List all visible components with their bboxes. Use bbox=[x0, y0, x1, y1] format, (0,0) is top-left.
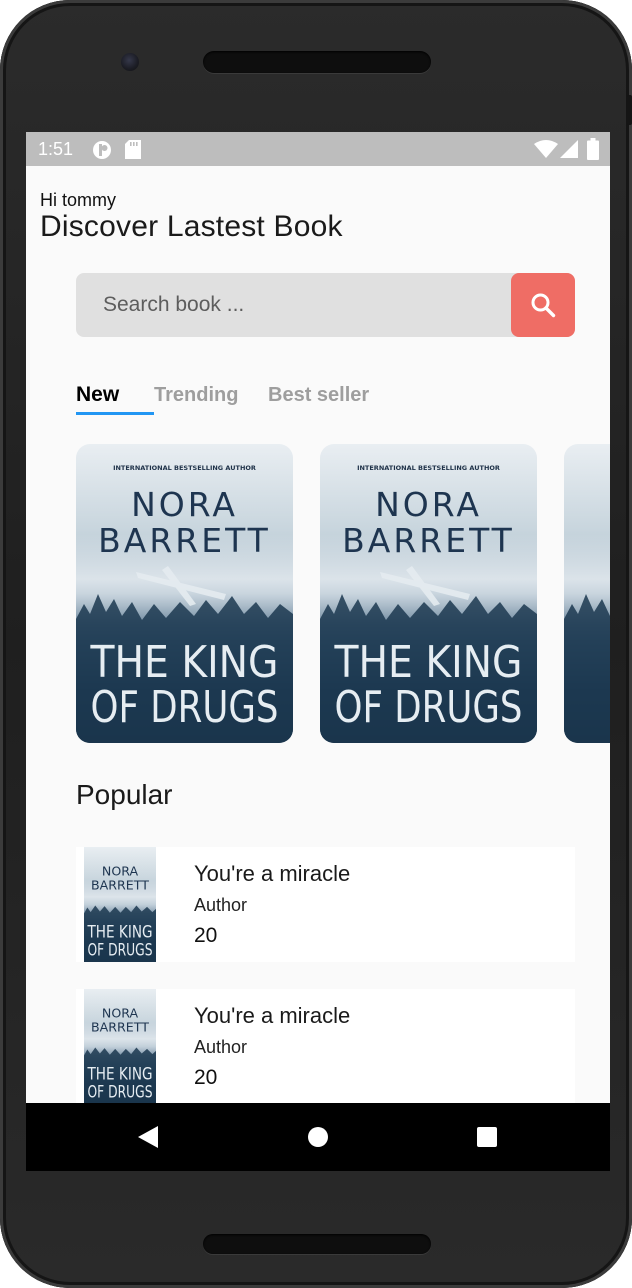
thumb-author-last: BARRETT bbox=[91, 1020, 149, 1035]
bottom-speaker bbox=[203, 1234, 431, 1254]
cover-tagline: INTERNATIONAL BESTSELLING AUTHOR bbox=[357, 464, 500, 472]
book-thumbnail: NORA BARRETT THE KING OF DRUGS bbox=[84, 989, 156, 1104]
cover-author-first: NORA bbox=[375, 485, 482, 524]
cover-title-line2: OF DRUGS bbox=[335, 682, 523, 733]
cover-title-line1: THE KING bbox=[334, 637, 523, 688]
book-cover-card[interactable]: INTERNATIONAL BESTSELLING AUTHOR NORA BA… bbox=[320, 444, 537, 743]
wifi-icon bbox=[534, 140, 558, 163]
thumb-title-line1: THE KING bbox=[87, 922, 153, 942]
tab-new[interactable]: New bbox=[76, 383, 119, 407]
book-price: 20 bbox=[194, 1066, 218, 1089]
front-camera bbox=[121, 53, 139, 71]
greeting-text: Hi tommy bbox=[40, 190, 116, 210]
status-time: 1:51 bbox=[38, 139, 74, 159]
book-price: 20 bbox=[194, 924, 218, 947]
search-input[interactable] bbox=[76, 273, 533, 337]
book-cover-card-partial[interactable] bbox=[564, 444, 610, 743]
page-title: Discover Lastest Book bbox=[40, 210, 343, 243]
back-nav-button[interactable] bbox=[137, 1125, 159, 1154]
sd-card-icon bbox=[125, 140, 141, 164]
thumb-author-last: BARRETT bbox=[91, 878, 149, 893]
thumb-author-first: NORA bbox=[102, 864, 139, 879]
search-button[interactable] bbox=[511, 273, 575, 337]
cover-author-last: BARRETT bbox=[342, 521, 515, 560]
home-nav-button[interactable] bbox=[307, 1126, 329, 1153]
list-item[interactable]: NORA BARRETT THE KING OF DRUGS You're a … bbox=[76, 847, 575, 962]
phone-frame: 1:51 Hi tommy Discover Lastest Book Sear… bbox=[0, 0, 632, 1288]
recents-nav-button[interactable] bbox=[476, 1126, 498, 1153]
tab-trending[interactable]: Trending bbox=[154, 384, 238, 407]
cover-title-line2: OF DRUGS bbox=[91, 682, 279, 733]
app-screen: 1:51 Hi tommy Discover Lastest Book Sear… bbox=[26, 132, 610, 1171]
back-triangle-icon bbox=[138, 1126, 158, 1148]
search-icon bbox=[531, 293, 556, 318]
cover-author-first: NORA bbox=[131, 485, 238, 524]
recents-square-icon bbox=[477, 1127, 497, 1147]
thumb-title-line2: OF DRUGS bbox=[87, 1082, 152, 1102]
book-author: Author bbox=[194, 895, 248, 915]
tab-best-seller[interactable]: Best seller bbox=[268, 384, 369, 407]
side-button bbox=[627, 95, 632, 125]
cover-tagline: INTERNATIONAL BESTSELLING AUTHOR bbox=[113, 464, 256, 472]
notification-app-icon bbox=[92, 140, 112, 165]
system-nav-bar bbox=[26, 1103, 610, 1171]
thumb-title-line1: THE KING bbox=[87, 1064, 153, 1084]
battery-icon bbox=[587, 138, 599, 165]
book-author: Author bbox=[194, 1037, 248, 1057]
home-circle-icon bbox=[308, 1127, 328, 1147]
book-title: You're a miracle bbox=[194, 861, 351, 886]
cell-signal-icon bbox=[560, 140, 578, 163]
search-bar bbox=[76, 273, 575, 337]
popular-section-title: Popular bbox=[76, 779, 173, 810]
active-tab-indicator bbox=[76, 412, 154, 415]
cover-author-last: BARRETT bbox=[98, 521, 271, 560]
book-thumbnail: NORA BARRETT THE KING OF DRUGS bbox=[84, 847, 156, 962]
list-item[interactable]: NORA BARRETT THE KING OF DRUGS You're a … bbox=[76, 989, 575, 1104]
book-cover-card[interactable]: INTERNATIONAL BESTSELLING AUTHOR NORA BA… bbox=[76, 444, 293, 743]
thumb-author-first: NORA bbox=[102, 1006, 139, 1021]
thumb-title-line2: OF DRUGS bbox=[87, 940, 152, 960]
book-title: You're a miracle bbox=[194, 1003, 351, 1028]
earpiece-speaker bbox=[203, 51, 431, 73]
book-carousel[interactable]: INTERNATIONAL BESTSELLING AUTHOR NORA BA… bbox=[76, 444, 610, 744]
status-bar: 1:51 bbox=[26, 132, 610, 166]
cover-title-line1: THE KING bbox=[90, 637, 279, 688]
